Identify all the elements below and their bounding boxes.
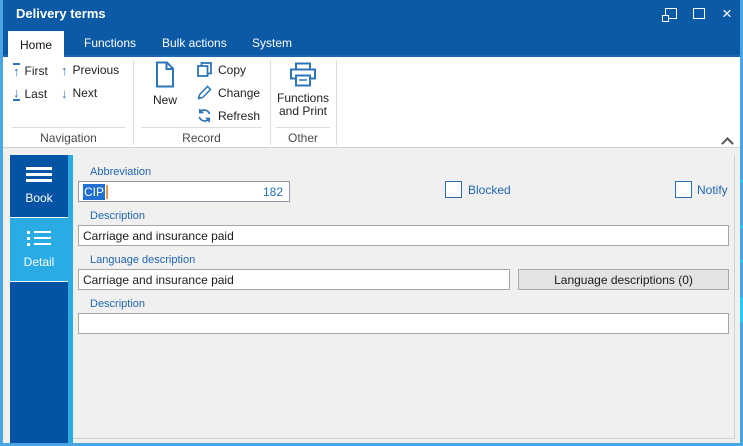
- next-label: Next: [72, 86, 98, 100]
- content-bottom-divider: [73, 438, 734, 439]
- close-button[interactable]: ×: [719, 4, 735, 23]
- abbreviation-selected-text: CIP: [83, 183, 106, 200]
- abbreviation-input[interactable]: CIP 182: [78, 181, 290, 202]
- copy-label: Copy: [218, 62, 247, 77]
- blocked-label: Blocked: [468, 183, 511, 197]
- new-document-icon: [153, 61, 177, 88]
- description-label: Description: [90, 210, 146, 222]
- previous-label: Previous: [72, 63, 120, 77]
- next-button[interactable]: ↓ Next: [61, 86, 97, 100]
- maximize-button[interactable]: [691, 6, 707, 21]
- change-button[interactable]: Change: [197, 85, 260, 100]
- tab-bulk-actions[interactable]: Bulk actions: [162, 31, 227, 55]
- tab-home[interactable]: Home: [8, 31, 64, 59]
- next-arrow-icon: ↓: [61, 85, 68, 101]
- last-button[interactable]: ↓ Last: [13, 86, 47, 101]
- first-label: First: [24, 63, 48, 78]
- restore-window-icon: [662, 8, 677, 22]
- group-label-divider: [276, 127, 330, 128]
- ribbon-tab-bar: Home Functions Bulk actions System: [0, 28, 743, 59]
- change-label: Change: [218, 85, 261, 100]
- title-bar[interactable]: Delivery terms ×: [0, 0, 743, 28]
- first-arrow-icon: ↑: [13, 63, 20, 79]
- refresh-button[interactable]: Refresh: [197, 108, 260, 123]
- refresh-label: Refresh: [218, 108, 261, 123]
- previous-button[interactable]: ↑ Previous: [61, 63, 119, 77]
- previous-arrow-icon: ↑: [61, 62, 68, 78]
- window-title: Delivery terms: [16, 6, 106, 21]
- language-description-input[interactable]: [78, 269, 510, 290]
- close-icon: ×: [722, 4, 732, 23]
- blocked-checkbox[interactable]: [445, 181, 462, 198]
- abbreviation-label: Abbreviation: [90, 166, 152, 178]
- printer-icon: [289, 62, 317, 88]
- group-separator: [336, 60, 337, 145]
- sidebar-accent-strip: [68, 155, 73, 443]
- last-label: Last: [24, 86, 48, 101]
- language-descriptions-button-label: Language descriptions (0): [554, 272, 693, 287]
- sidebar-item-detail[interactable]: Detail: [10, 218, 68, 281]
- notify-checkbox[interactable]: [675, 181, 692, 198]
- language-description-label: Language description: [90, 254, 196, 266]
- description2-input[interactable]: [78, 313, 729, 334]
- sidebar: Book Detail: [10, 155, 68, 443]
- text-caret: [106, 184, 109, 199]
- group-label-divider: [12, 127, 125, 128]
- pencil-icon: [197, 85, 212, 100]
- maximize-icon: [693, 8, 705, 19]
- copy-icon: [197, 62, 212, 77]
- functions-and-print-button[interactable]: Functions and Print: [272, 62, 334, 118]
- functions-and-print-label: Functions and Print: [276, 91, 330, 118]
- description2-label: Description: [90, 298, 146, 310]
- collapse-ribbon-chevron-icon[interactable]: [722, 136, 734, 146]
- sidebar-item-detail-label: Detail: [23, 254, 55, 269]
- first-button[interactable]: ↑ First: [13, 63, 48, 78]
- language-descriptions-button[interactable]: Language descriptions (0): [518, 269, 729, 290]
- window-controls: ×: [662, 4, 735, 23]
- notify-label: Notify: [697, 183, 728, 197]
- group-label-other: Other: [287, 131, 318, 145]
- window-border-left: [0, 0, 3, 446]
- last-arrow-icon: ↓: [13, 85, 20, 101]
- tab-system[interactable]: System: [252, 31, 292, 55]
- group-label-divider: [141, 127, 262, 128]
- detail-list-icon: [27, 231, 51, 246]
- description-input[interactable]: [78, 225, 729, 246]
- book-menu-icon: [26, 167, 52, 182]
- new-button[interactable]: New: [144, 61, 186, 107]
- sidebar-item-book-label: Book: [25, 191, 53, 205]
- abbreviation-number: 182: [262, 184, 283, 199]
- copy-button[interactable]: Copy: [197, 62, 246, 77]
- group-label-record: Record: [182, 131, 221, 145]
- delivery-terms-window: Delivery terms × Home Functions Bulk act…: [0, 0, 743, 446]
- group-label-navigation: Navigation: [40, 131, 97, 145]
- new-label: New: [152, 93, 177, 107]
- sidebar-divider: [10, 281, 68, 282]
- tab-functions[interactable]: Functions: [84, 31, 136, 55]
- refresh-icon: [197, 108, 212, 123]
- restore-window-button[interactable]: [662, 6, 679, 22]
- content-right-divider: [734, 155, 735, 438]
- sidebar-item-book[interactable]: Book: [10, 155, 68, 217]
